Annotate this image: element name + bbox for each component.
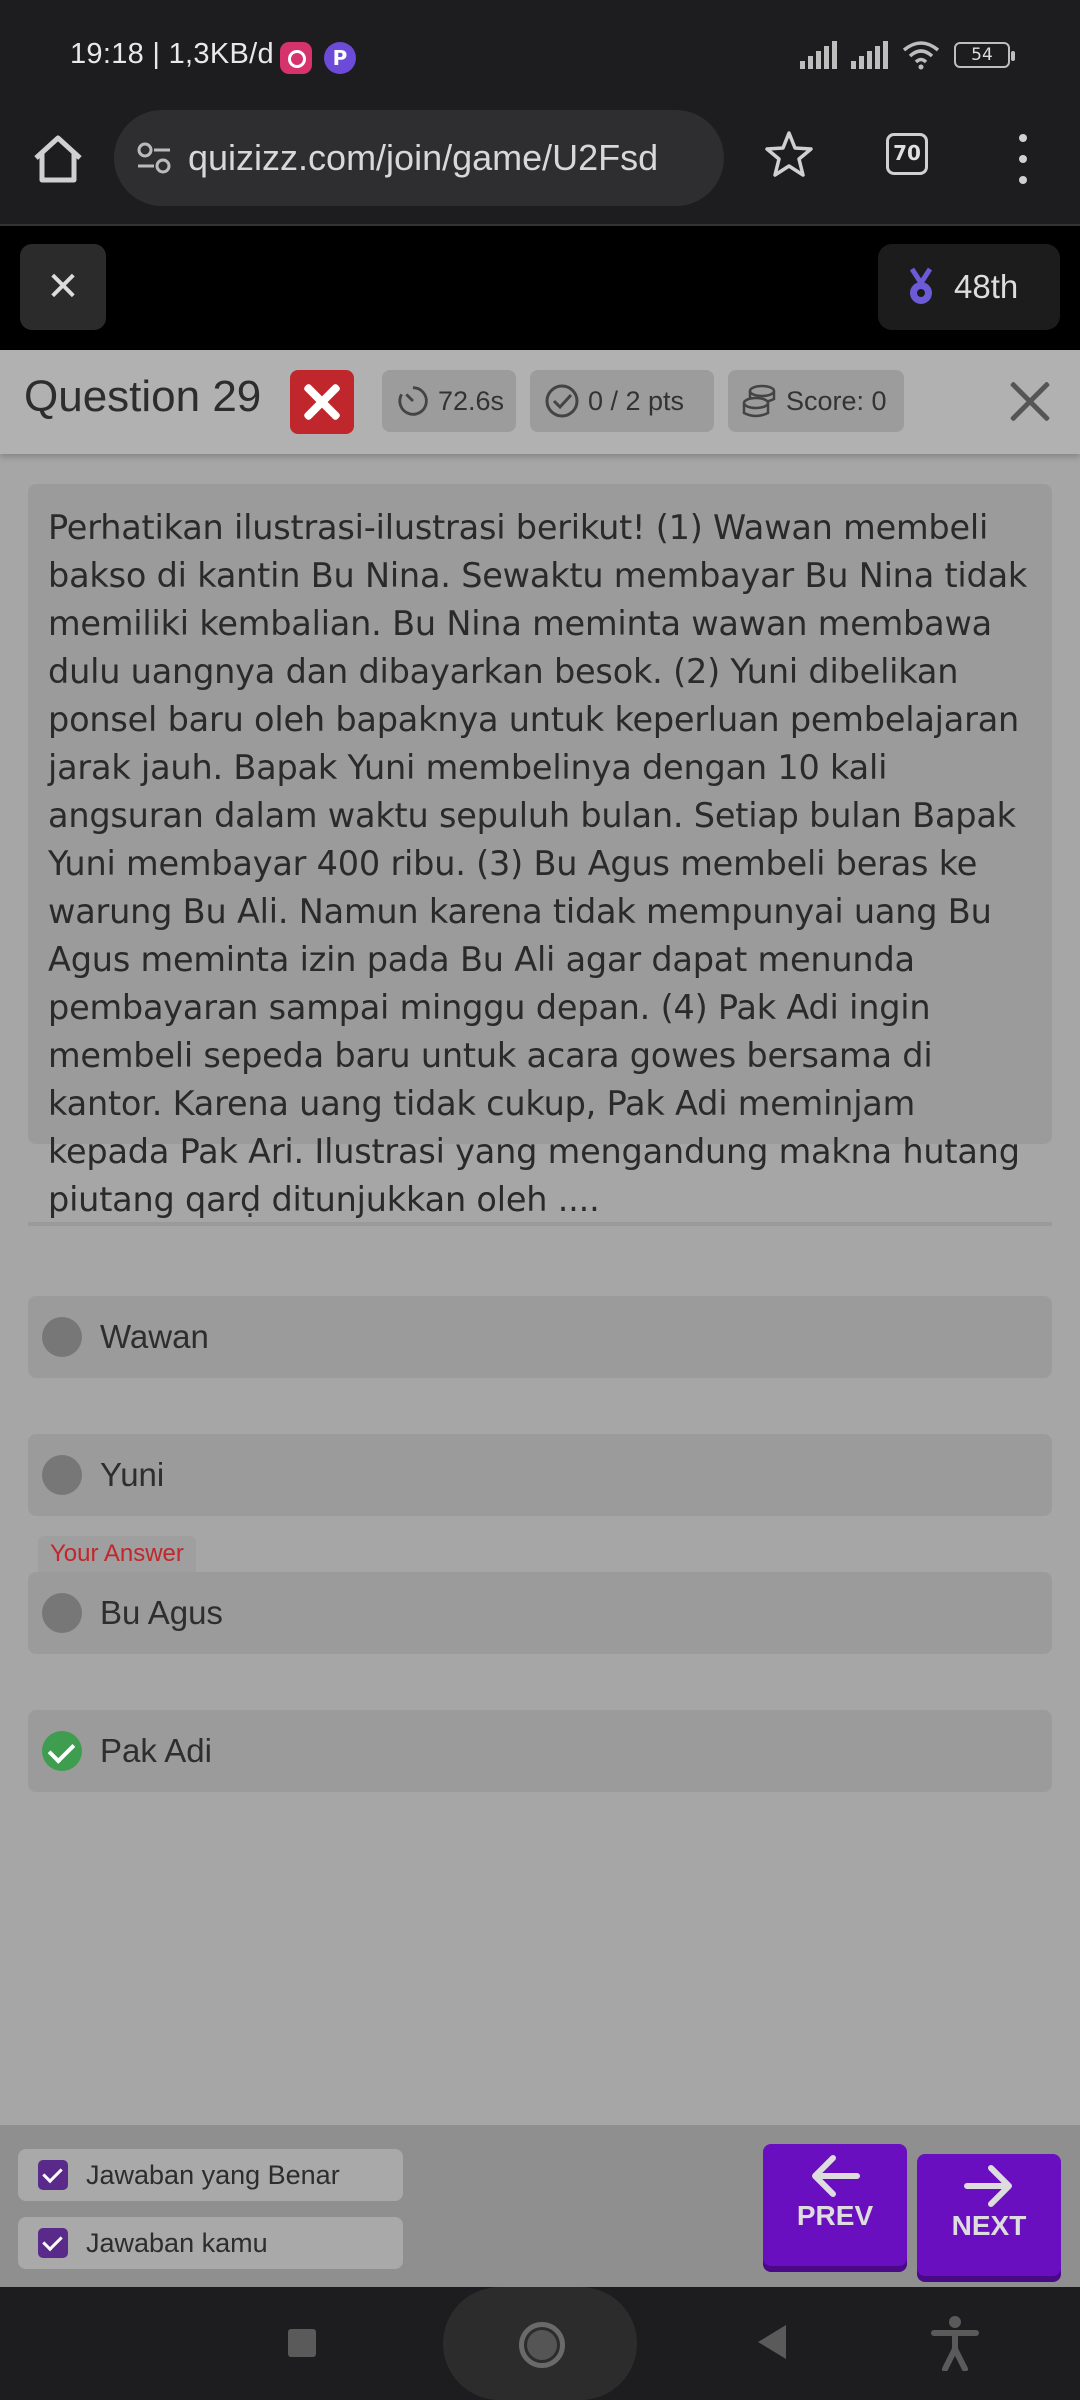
legend-correct-answer[interactable]: Jawaban yang Benar — [18, 2149, 403, 2201]
option-label: Yuni — [100, 1456, 165, 1493]
site-settings-icon[interactable] — [134, 138, 174, 178]
bookmark-star-icon[interactable] — [762, 128, 816, 182]
prev-button[interactable]: PREV — [763, 2144, 907, 2266]
signal-icon-2 — [851, 41, 888, 69]
instagram-icon — [280, 42, 312, 74]
option-pak-adi[interactable]: Pak Adi — [28, 1710, 1052, 1792]
accessibility-icon[interactable] — [930, 2315, 980, 2371]
rank-badge[interactable]: 48th — [878, 244, 1060, 330]
close-modal-icon[interactable] — [1008, 380, 1052, 424]
question-card: Perhatikan ilustrasi-ilustrasi berikut! … — [28, 484, 1052, 1219]
option-label: Wawan — [100, 1318, 209, 1355]
next-label: NEXT — [951, 2210, 1027, 2241]
option-label: Bu Agus — [100, 1594, 223, 1631]
your-answer-tag: Your Answer — [38, 1536, 196, 1572]
coins-icon — [742, 384, 776, 418]
question-text: Perhatikan ilustrasi-ilustrasi berikut! … — [48, 508, 1028, 1219]
question-review-modal: Question 29 72.6s 0 / 2 pts Score: 0 Per… — [0, 350, 1080, 2287]
checkbox-icon[interactable] — [38, 2228, 68, 2258]
next-button[interactable]: NEXT — [917, 2154, 1061, 2276]
rank-value: 48th — [954, 268, 1019, 305]
url-text: quizizz.com/join/game/U2Fsd — [188, 137, 659, 178]
medal-icon — [909, 267, 933, 304]
status-indicators: 54 — [800, 40, 1015, 70]
quiz-header: ✕ 48th — [0, 228, 1080, 350]
signal-icon — [800, 41, 837, 69]
status-time: 19:18 | 1,3KB/d — [70, 38, 274, 70]
back-icon[interactable] — [758, 2325, 786, 2359]
home-icon[interactable] — [28, 130, 88, 190]
radio-icon — [42, 1593, 82, 1633]
battery-icon: 54 — [954, 42, 1015, 68]
checkbox-icon[interactable] — [38, 2160, 68, 2190]
option-label: Pak Adi — [100, 1732, 212, 1769]
browser-toolbar: quizizz.com/join/game/U2Fsd 70 — [0, 110, 1080, 226]
divider — [28, 1222, 1052, 1226]
system-navigation-bar — [0, 2287, 1080, 2400]
prev-label: PREV — [796, 2200, 874, 2231]
option-bu-agus[interactable]: Bu Agus — [28, 1572, 1052, 1654]
timer-icon — [398, 386, 428, 416]
legend-your-answer[interactable]: Jawaban kamu — [18, 2217, 403, 2269]
correct-check-icon — [42, 1731, 82, 1771]
option-yuni[interactable]: Yuni — [28, 1434, 1052, 1516]
incorrect-icon — [290, 370, 354, 434]
review-footer: Jawaban yang Benar Jawaban kamu PREV NEX… — [0, 2125, 1080, 2287]
browser-menu-icon[interactable] — [1010, 134, 1036, 184]
radio-icon — [42, 1455, 82, 1495]
option-wawan[interactable]: Wawan — [28, 1296, 1052, 1378]
wifi-icon — [902, 41, 940, 70]
check-circle-icon — [545, 384, 579, 418]
tab-switcher-button[interactable]: 70 — [886, 133, 928, 175]
question-number: Question 29 — [24, 372, 262, 421]
legend-label: Jawaban yang Benar — [86, 2159, 340, 2190]
arrow-right-icon — [964, 2165, 1012, 2207]
score-value: Score: 0 — [786, 385, 887, 416]
arrow-left-icon — [812, 2155, 860, 2197]
status-bar: 19:18 | 1,3KB/d P 54 — [0, 0, 1080, 110]
time-stat: 72.6s — [382, 370, 516, 432]
points-stat: 0 / 2 pts — [530, 370, 714, 432]
exit-quiz-button[interactable]: ✕ — [20, 244, 106, 330]
modal-header: Question 29 72.6s 0 / 2 pts Score: 0 — [0, 350, 1080, 454]
score-stat: Score: 0 — [728, 370, 904, 432]
time-value: 72.6s — [437, 385, 504, 416]
address-bar[interactable]: quizizz.com/join/game/U2Fsd — [114, 110, 724, 206]
picsart-icon: P — [324, 42, 356, 74]
recents-icon[interactable] — [288, 2329, 316, 2357]
points-value: 0 / 2 pts — [588, 385, 685, 416]
radio-icon — [42, 1317, 82, 1357]
home-nav-icon[interactable] — [443, 2287, 637, 2400]
legend-label: Jawaban kamu — [86, 2227, 268, 2258]
